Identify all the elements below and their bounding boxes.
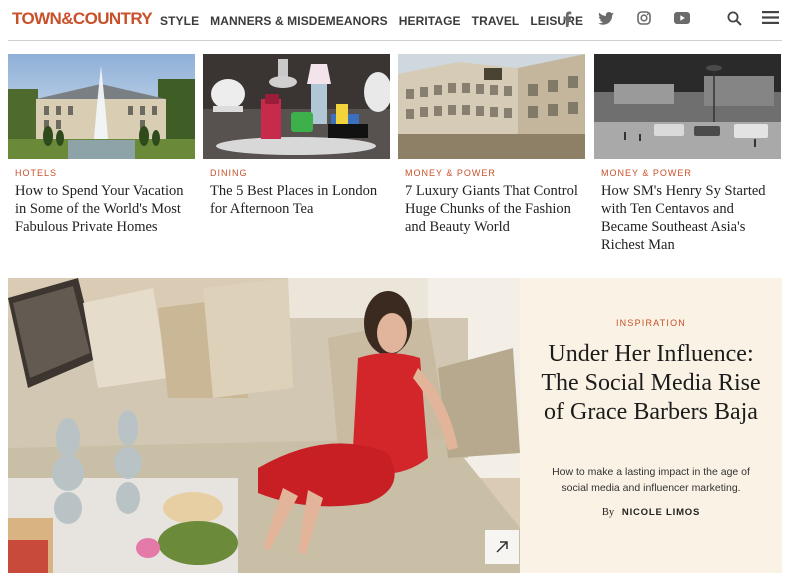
card-image-chateau[interactable] (8, 54, 195, 159)
search-icon[interactable] (727, 11, 742, 26)
hero-category[interactable]: INSPIRATION (520, 318, 782, 328)
nav-item-travel[interactable]: TRAVEL (472, 14, 520, 28)
nav-item-heritage[interactable]: HERITAGE (399, 14, 461, 28)
card-category[interactable]: HOTELS (15, 168, 57, 178)
article-card[interactable]: DINING The 5 Best Places in London for A… (203, 54, 390, 217)
article-card[interactable]: HOTELS How to Spend Your Vacation in Som… (8, 54, 195, 235)
card-image-vintage-street[interactable] (594, 54, 781, 159)
expand-image-button[interactable] (485, 530, 519, 564)
card-title[interactable]: How SM's Henry Sy Started with Ten Centa… (601, 182, 779, 254)
site-logo[interactable]: TOWN&COUNTRY (12, 9, 153, 29)
main-nav: STYLE MANNERS & MISDEMEANORS HERITAGE TR… (160, 14, 594, 28)
nav-item-manners[interactable]: MANNERS & MISDEMEANORS (210, 14, 388, 28)
byline-prefix: By (601, 507, 615, 518)
byline-author[interactable]: NICOLE LIMOS (622, 507, 700, 518)
nav-item-style[interactable]: STYLE (160, 14, 199, 28)
card-title[interactable]: How to Spend Your Vacation in Some of th… (15, 182, 193, 236)
hero-text-panel: INSPIRATION Under Her Influence: The Soc… (520, 278, 782, 573)
card-title[interactable]: The 5 Best Places in London for Afternoo… (210, 182, 388, 218)
hero-image-woman-on-sofa[interactable] (8, 278, 520, 573)
site-header: TOWN&COUNTRY STYLE MANNERS & MISDEMEANOR… (0, 0, 790, 40)
card-title[interactable]: 7 Luxury Giants That Control Huge Chunks… (405, 182, 583, 236)
instagram-icon[interactable] (637, 11, 651, 25)
card-image-afternoon-tea[interactable] (203, 54, 390, 159)
facebook-icon[interactable] (562, 11, 572, 27)
menu-icon[interactable] (762, 10, 779, 25)
twitter-icon[interactable] (598, 12, 614, 25)
hero-byline: By NICOLE LIMOS (520, 507, 782, 518)
article-card[interactable]: MONEY & POWER How SM's Henry Sy Started … (594, 54, 781, 253)
hero-dek: How to make a lasting impact in the age … (552, 466, 750, 494)
expand-arrow-icon (496, 541, 508, 553)
header-divider (8, 40, 782, 41)
card-category[interactable]: DINING (210, 168, 248, 178)
card-category[interactable]: MONEY & POWER (405, 168, 496, 178)
hero-title[interactable]: Under Her Influence: The Social Media Ri… (530, 340, 772, 427)
article-card[interactable]: MONEY & POWER 7 Luxury Giants That Contr… (398, 54, 585, 235)
nav-item-leisure[interactable]: LEISURE (530, 14, 583, 28)
card-category[interactable]: MONEY & POWER (601, 168, 692, 178)
youtube-icon[interactable] (674, 12, 690, 24)
card-image-lv-building[interactable] (398, 54, 585, 159)
